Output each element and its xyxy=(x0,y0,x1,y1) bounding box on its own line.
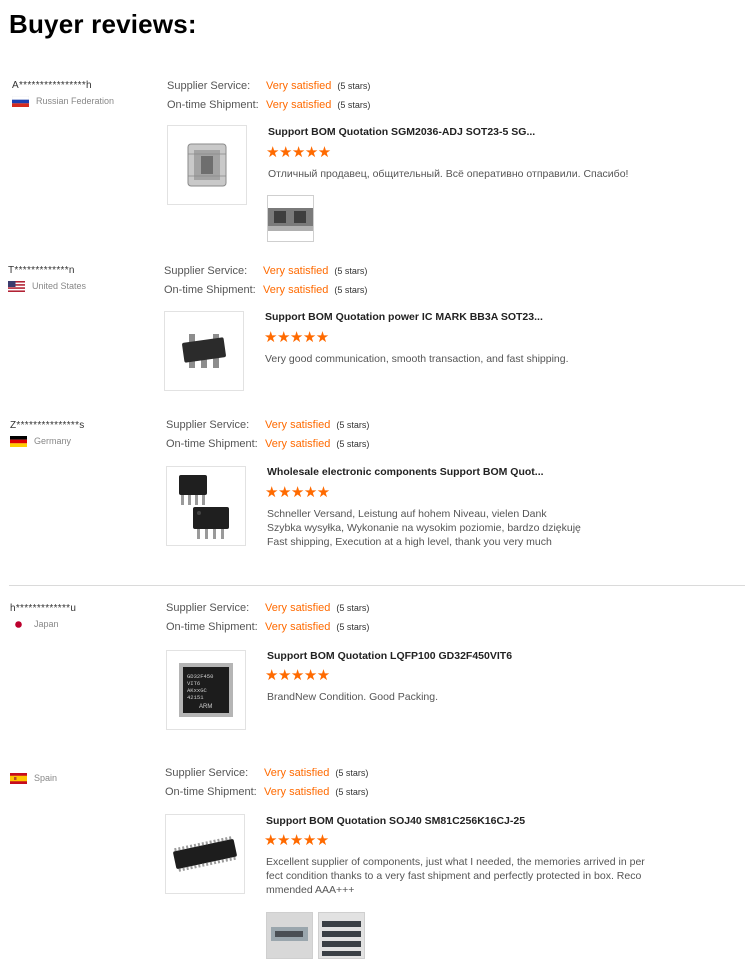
product-thumbnail[interactable] xyxy=(165,814,245,894)
ratings: Supplier Service: Very satisfied (5 stars)… xyxy=(165,764,368,802)
supplier-stars-text: (5 stars) xyxy=(334,266,368,276)
russia-flag-icon xyxy=(12,96,29,107)
supplier-stars-text: (5 stars) xyxy=(336,420,370,430)
product-thumbnail[interactable]: GD32F450 VIT6 AKxxGC 42151 ARM xyxy=(166,650,246,730)
supplier-stars-text: (5 stars) xyxy=(337,81,371,91)
reviewer-name: h*************u xyxy=(10,603,77,614)
comment-line: fect condition thanks to a very fast shi… xyxy=(266,870,642,882)
supplier-rating: Very satisfied xyxy=(263,265,329,277)
ratings: Supplier Service: Very satisfied (5 stars)… xyxy=(166,416,369,454)
supplier-rating: Very satisfied xyxy=(266,80,332,92)
review-comment: Отличный продавец, общительный. Всё опер… xyxy=(268,168,629,180)
product-title[interactable]: Support BOM Quotation power IC MARK BB3A… xyxy=(265,311,543,323)
reviewer: Z***************s Germany xyxy=(10,420,85,447)
review-photo[interactable] xyxy=(318,912,365,959)
supplier-rating: Very satisfied xyxy=(265,419,331,431)
rating-stars: ★★★★★ xyxy=(264,329,329,346)
rating-stars: ★★★★★ xyxy=(264,832,329,849)
comment-line: Fast shipping, Execution at a high level… xyxy=(267,536,552,548)
chip-logo: ARM xyxy=(199,704,212,710)
review-photo-image xyxy=(267,913,312,958)
product-thumbnail[interactable] xyxy=(167,125,247,205)
review-comment: Very good communication, smooth transact… xyxy=(265,353,569,365)
japan-flag-icon xyxy=(10,619,27,630)
supplier-stars-text: (5 stars) xyxy=(336,603,370,613)
supplier-rating: Very satisfied xyxy=(264,767,330,779)
reviewer-name: T*************n xyxy=(8,265,75,276)
review-comment: BrandNew Condition. Good Packing. xyxy=(267,691,439,703)
chip-marking: VIT6 xyxy=(187,680,200,687)
shipment-stars-text: (5 stars) xyxy=(334,285,368,295)
shipment-rating: Very satisfied xyxy=(266,99,332,111)
supplier-service-label: Supplier Service: xyxy=(164,265,248,277)
shipment-stars-text: (5 stars) xyxy=(335,787,369,797)
supplier-rating: Very satisfied xyxy=(265,602,331,614)
product-thumbnail[interactable] xyxy=(164,311,244,391)
sot23-chip-image xyxy=(182,334,226,368)
on-time-shipment-label: On-time Shipment: xyxy=(165,786,257,798)
review-comment: Excellent supplier of components, just w… xyxy=(266,855,656,897)
supplier-service-label: Supplier Service: xyxy=(166,602,250,614)
product-title[interactable]: Support BOM Quotation LQFP100 GD32F450VI… xyxy=(267,650,512,662)
chip-marking: GD32F450 xyxy=(187,673,213,680)
lqfp-chip-image: GD32F450 VIT6 AKxxGC 42151 ARM xyxy=(179,663,233,717)
ratings: Supplier Service: Very satisfied (5 stars)… xyxy=(164,262,367,300)
on-time-shipment-label: On-time Shipment: xyxy=(164,284,256,296)
reel-chip-image xyxy=(187,143,227,187)
product-title[interactable]: Wholesale electronic components Support … xyxy=(267,466,544,478)
reviewer-country: Spain xyxy=(34,773,58,783)
reviewer: A****************h Russian Federation xyxy=(12,80,114,107)
reviewer: h*************u Japan xyxy=(10,603,77,630)
reviewer-name: Z***************s xyxy=(10,420,85,431)
review-comment: Schneller Versand, Leistung auf hohem Ni… xyxy=(267,507,657,549)
spain-flag-icon xyxy=(10,773,27,784)
shipment-rating: Very satisfied xyxy=(264,786,330,798)
product-title[interactable]: Support BOM Quotation SOJ40 SM81C256K16C… xyxy=(266,815,525,827)
rating-stars: ★★★★★ xyxy=(265,667,330,684)
chip-marking: AKxxGC xyxy=(187,687,208,694)
page-title: Buyer reviews: xyxy=(9,9,197,39)
shipment-rating: Very satisfied xyxy=(263,284,329,296)
shipment-stars-text: (5 stars) xyxy=(336,439,370,449)
comment-line: Szybka wysyłka, Wykonanie na wysokim poz… xyxy=(267,522,581,534)
shipment-stars-text: (5 stars) xyxy=(336,622,370,632)
supplier-service-label: Supplier Service: xyxy=(167,80,251,92)
supplier-service-label: Supplier Service: xyxy=(165,767,249,779)
review-photo[interactable] xyxy=(266,912,313,959)
reviewer-country: Russian Federation xyxy=(36,96,115,106)
dip8-chip-image xyxy=(179,475,229,539)
reviewer-name: A****************h xyxy=(12,80,92,91)
shipment-rating: Very satisfied xyxy=(265,438,331,450)
reviewer-country: United States xyxy=(32,281,87,291)
soj40-chip-image xyxy=(173,836,237,872)
review-photo-image xyxy=(319,913,364,958)
chip-marking: 42151 xyxy=(187,694,204,701)
shipment-rating: Very satisfied xyxy=(265,621,331,633)
review-photo[interactable] xyxy=(267,195,314,242)
reviewer-country: Japan xyxy=(34,619,59,629)
ratings: Supplier Service: Very satisfied (5 stars)… xyxy=(166,599,369,637)
on-time-shipment-label: On-time Shipment: xyxy=(166,438,258,450)
on-time-shipment-label: On-time Shipment: xyxy=(167,99,259,111)
product-title[interactable]: Support BOM Quotation SGM2036-ADJ SOT23-… xyxy=(268,126,535,138)
supplier-stars-text: (5 stars) xyxy=(335,768,369,778)
product-thumbnail[interactable] xyxy=(166,466,246,546)
on-time-shipment-label: On-time Shipment: xyxy=(166,621,258,633)
germany-flag-icon xyxy=(10,436,27,447)
reviewer-country: Germany xyxy=(34,436,72,446)
comment-line: Excellent supplier of components, just w… xyxy=(266,856,645,868)
comment-line: Schneller Versand, Leistung auf hohem Ni… xyxy=(267,508,547,520)
comment-line: mmended AAA+++ xyxy=(266,884,355,896)
review-photo-image xyxy=(268,208,313,231)
ratings: Supplier Service: Very satisfied (5 stars)… xyxy=(167,77,370,115)
section-divider xyxy=(9,585,745,586)
supplier-service-label: Supplier Service: xyxy=(166,419,250,431)
rating-stars: ★★★★★ xyxy=(265,484,330,501)
shipment-stars-text: (5 stars) xyxy=(337,100,371,110)
reviewer: T*************n United States xyxy=(8,265,86,292)
usa-flag-icon xyxy=(8,281,25,292)
rating-stars: ★★★★★ xyxy=(266,144,331,161)
